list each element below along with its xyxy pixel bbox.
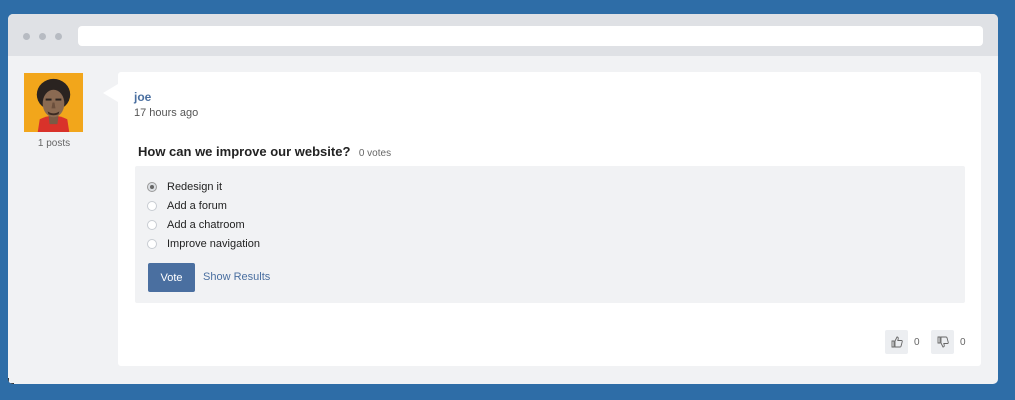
show-results-link[interactable]: Show Results — [203, 271, 270, 283]
poll-option-redesign[interactable]: Redesign it — [147, 177, 222, 196]
like-count: 0 — [914, 336, 920, 348]
like-reaction[interactable]: 0 — [885, 330, 920, 354]
resize-corner — [8, 378, 14, 384]
window-maximize-dot[interactable] — [55, 33, 62, 40]
post-count: 1 posts — [37, 138, 71, 149]
poll-option-label: Redesign it — [167, 180, 223, 193]
poll-option-label: Add a chatroom — [167, 218, 245, 231]
radio-button[interactable] — [147, 219, 157, 230]
poll-vote-count: 0 votes — [358, 148, 392, 159]
poll-option-label: Improve navigation — [167, 237, 260, 250]
poll-header: How can we improve our website? 0 votes — [138, 143, 391, 161]
vote-button[interactable]: Vote — [148, 263, 195, 292]
browser-window: 1 posts joe 17 hours ago How can we impr… — [8, 14, 998, 384]
dislike-reaction[interactable]: 0 — [931, 330, 966, 354]
radio-button[interactable] — [147, 200, 157, 211]
browser-titlebar — [8, 14, 998, 56]
address-bar[interactable] — [78, 26, 983, 46]
poll-option-forum[interactable]: Add a forum — [147, 196, 227, 215]
author-panel: 1 posts — [24, 73, 84, 149]
poll-box: Redesign it Add a forum Add a chatroom I… — [135, 166, 965, 303]
poll-option-label: Add a forum — [167, 199, 227, 212]
post-card: joe 17 hours ago How can we improve our … — [103, 72, 981, 366]
post-timestamp: 17 hours ago — [134, 107, 199, 119]
poll-option-chatroom[interactable]: Add a chatroom — [147, 215, 245, 234]
window-close-dot[interactable] — [23, 33, 30, 40]
radio-button-selected[interactable] — [147, 181, 157, 192]
dislike-count: 0 — [960, 336, 966, 348]
post-card-pointer — [103, 84, 118, 102]
thumbs-up-icon[interactable] — [885, 330, 908, 354]
username-link[interactable]: joe — [134, 90, 151, 104]
radio-button[interactable] — [147, 238, 157, 249]
avatar[interactable] — [24, 73, 83, 132]
window-minimize-dot[interactable] — [39, 33, 46, 40]
poll-option-navigation[interactable]: Improve navigation — [147, 234, 260, 253]
poll-question: How can we improve our website? — [138, 144, 351, 159]
thumbs-down-icon[interactable] — [931, 330, 954, 354]
